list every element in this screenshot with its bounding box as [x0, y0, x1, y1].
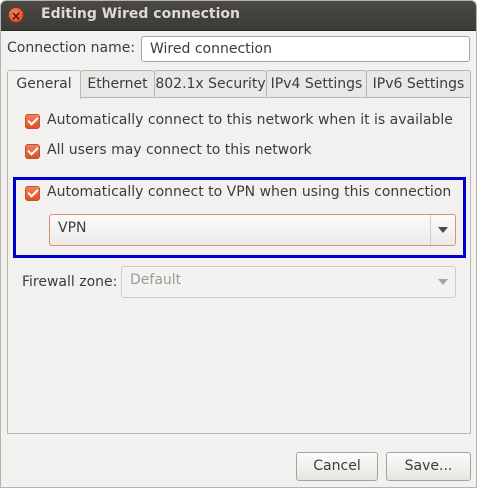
auto-vpn-label: Automatically connect to VPN when using … — [47, 184, 452, 200]
cancel-button[interactable]: Cancel — [296, 452, 378, 481]
vpn-select[interactable]: VPN — [49, 214, 456, 246]
window-title: Editing Wired connection — [41, 6, 240, 22]
all-users-label: All users may connect to this network — [47, 142, 312, 158]
vpn-select-value: VPN — [58, 220, 87, 236]
close-icon[interactable]: × — [8, 7, 24, 23]
tab-bar: General Ethernet 802.1x Security IPv4 Se… — [7, 70, 471, 99]
chevron-down-icon[interactable] — [431, 267, 455, 297]
firewall-zone-select[interactable]: Default — [121, 266, 456, 298]
tab-802-1x-security[interactable]: 802.1x Security — [154, 70, 267, 98]
auto-connect-label: Automatically connect to this network wh… — [47, 112, 453, 128]
title-bar: × Editing Wired connection — [1, 1, 476, 31]
auto-connect-checkbox[interactable] — [25, 114, 40, 129]
tab-ethernet[interactable]: Ethernet — [80, 70, 155, 98]
all-users-checkbox[interactable] — [25, 144, 40, 159]
tab-general[interactable]: General — [7, 70, 81, 99]
connection-name-row: Connection name: — [7, 36, 471, 62]
chevron-down-icon[interactable] — [430, 215, 455, 245]
connection-name-label: Connection name: — [7, 40, 136, 56]
firewall-zone-value: Default — [130, 272, 182, 288]
save-button[interactable]: Save... — [386, 452, 471, 481]
tab-ipv4-settings[interactable]: IPv4 Settings — [266, 70, 367, 98]
auto-vpn-checkbox[interactable] — [25, 186, 40, 201]
tab-ipv6-settings[interactable]: IPv6 Settings — [366, 70, 471, 98]
connection-name-input[interactable] — [141, 36, 470, 62]
firewall-zone-label: Firewall zone: — [22, 274, 118, 290]
dialog-window: × Editing Wired connection Connection na… — [0, 0, 477, 488]
